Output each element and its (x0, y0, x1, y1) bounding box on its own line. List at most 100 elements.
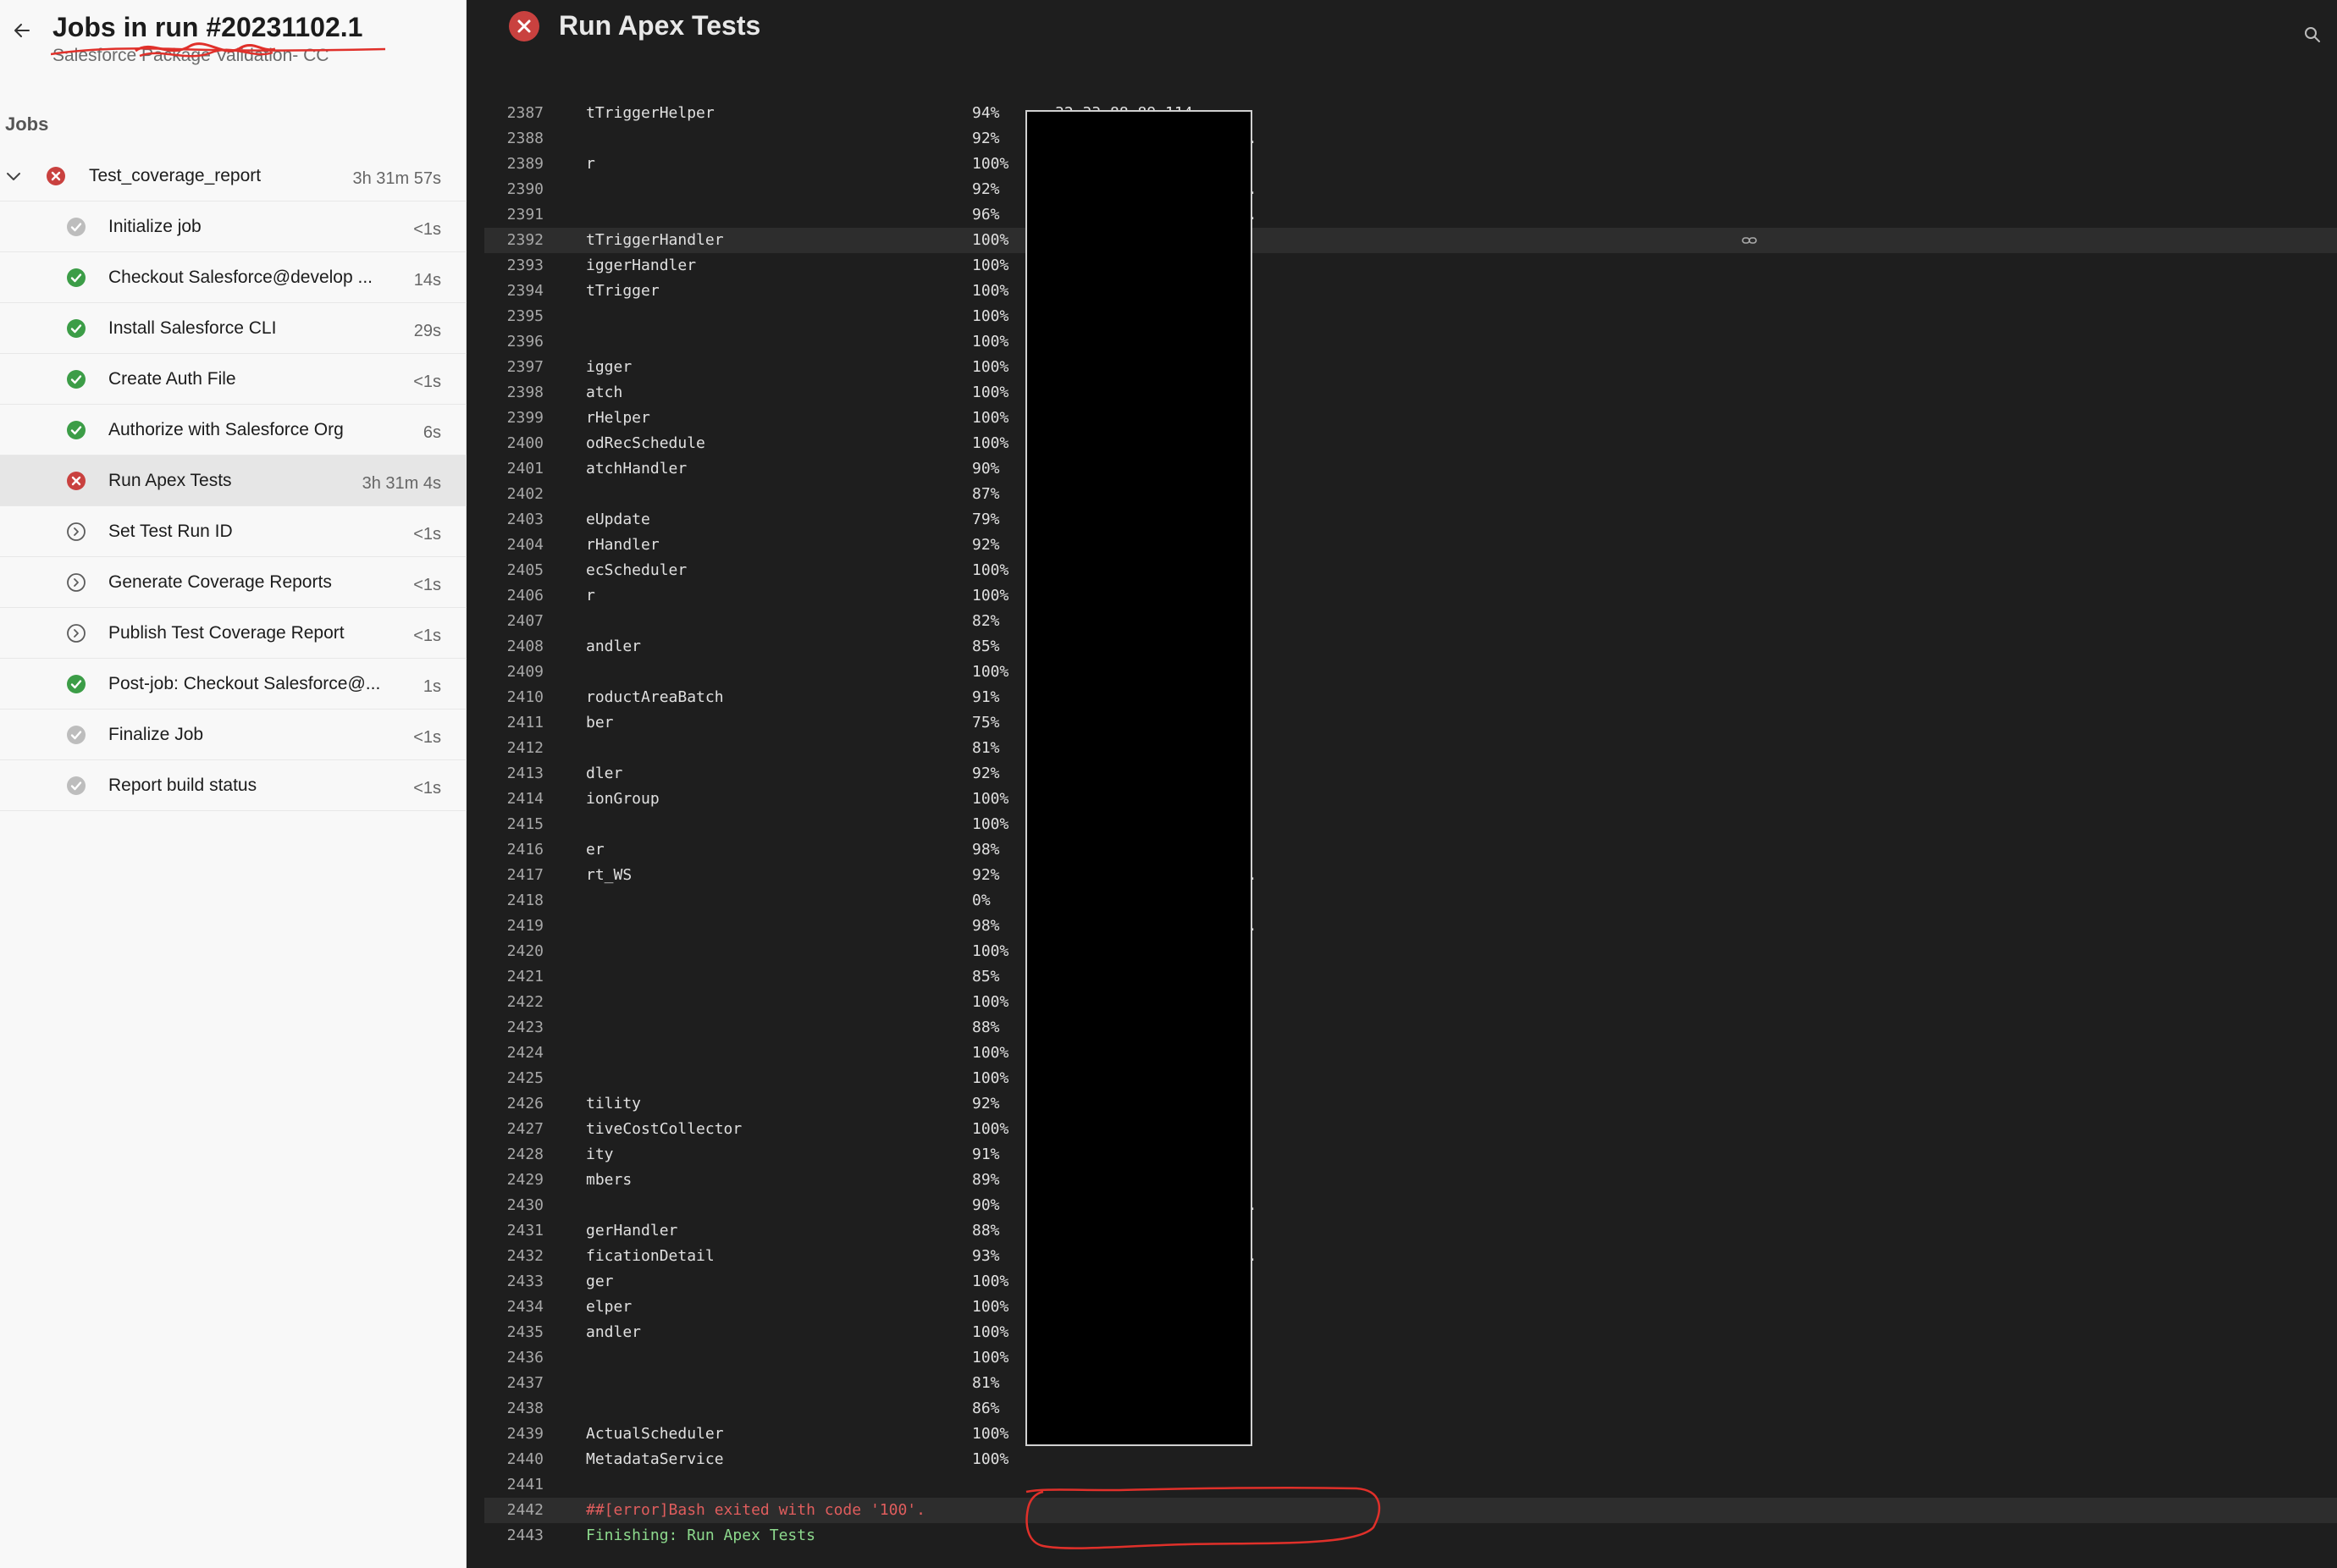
finish-message: Finishing: Run Apex Tests (586, 1527, 815, 1544)
line-number[interactable]: 2424 (484, 1041, 544, 1066)
line-number[interactable]: 2396 (484, 329, 544, 355)
line-number[interactable]: 2435 (484, 1320, 544, 1345)
line-number[interactable]: 2391 (484, 202, 544, 228)
job-step-row[interactable]: Report build status <1s (0, 760, 467, 811)
log-line: 2404rHandler92%29 (484, 533, 2337, 558)
search-button[interactable] (2303, 25, 2325, 47)
line-number[interactable]: 2430 (484, 1193, 544, 1218)
line-number[interactable]: 2417 (484, 863, 544, 888)
line-number[interactable]: 2414 (484, 787, 544, 812)
job-step-row[interactable]: Set Test Run ID <1s (0, 506, 467, 557)
line-number[interactable]: 2438 (484, 1396, 544, 1422)
job-step-row[interactable]: Post-job: Checkout Salesforce@... 1s (0, 659, 467, 709)
line-number[interactable]: 2406 (484, 583, 544, 609)
line-number[interactable]: 2440 (484, 1447, 544, 1472)
coverage-percent-cell: 82% (972, 612, 1000, 630)
log-line: 243090%121,122,176,212,248... (484, 1193, 2337, 1218)
line-number[interactable]: 2412 (484, 736, 544, 761)
line-number[interactable]: 2416 (484, 837, 544, 863)
line-number[interactable]: 2408 (484, 634, 544, 660)
line-number[interactable]: 2434 (484, 1295, 544, 1320)
line-number[interactable]: 2389 (484, 152, 544, 177)
coverage-percent-cell: 79% (972, 511, 1000, 528)
line-number[interactable]: 2415 (484, 812, 544, 837)
line-number[interactable]: 2433 (484, 1269, 544, 1295)
line-number[interactable]: 2442 (484, 1498, 544, 1523)
line-number[interactable]: 2394 (484, 279, 544, 304)
job-duration: <1s (413, 576, 441, 594)
coverage-percent-cell: 88% (972, 1019, 1000, 1036)
coverage-percent-cell: 98% (972, 917, 1000, 935)
line-number[interactable]: 2393 (484, 253, 544, 279)
success-status-icon (66, 674, 86, 694)
line-number[interactable]: 2423 (484, 1015, 544, 1041)
job-step-row[interactable]: Generate Coverage Reports <1s (0, 557, 467, 608)
line-number[interactable]: 2405 (484, 558, 544, 583)
line-number[interactable]: 2399 (484, 406, 544, 431)
line-number[interactable]: 2407 (484, 609, 544, 634)
line-number[interactable]: 2392 (484, 228, 544, 253)
coverage-percent-cell: 75% (972, 714, 1000, 732)
job-step-row[interactable]: Checkout Salesforce@develop ... 14s (0, 252, 467, 303)
line-number[interactable]: 2421 (484, 964, 544, 990)
log-output[interactable]: 2387tTriggerHelper94%32,33,88,89,114...2… (484, 101, 2337, 1549)
job-step-row[interactable]: Finalize Job <1s (0, 709, 467, 760)
line-number[interactable]: 2426 (484, 1091, 544, 1117)
line-number[interactable]: 2441 (484, 1472, 544, 1498)
line-number[interactable]: 2395 (484, 304, 544, 329)
line-number[interactable]: 2409 (484, 660, 544, 685)
job-step-row[interactable]: Authorize with Salesforce Org 6s (0, 405, 467, 455)
line-number[interactable]: 2402 (484, 482, 544, 507)
line-number[interactable]: 2404 (484, 533, 544, 558)
line-number[interactable]: 2400 (484, 431, 544, 456)
line-number[interactable]: 2436 (484, 1345, 544, 1371)
back-button[interactable] (10, 19, 34, 42)
class-name-cell: igger (586, 358, 633, 376)
job-duration: 3h 31m 57s (352, 169, 441, 188)
job-step-row[interactable]: Publish Test Coverage Report <1s (0, 608, 467, 659)
job-list: Test_coverage_report 3h 31m 57s Initialize… (0, 151, 467, 811)
job-step-row[interactable]: Run Apex Tests 3h 31m 4s (0, 455, 467, 506)
line-number[interactable]: 2401 (484, 456, 544, 482)
job-step-row[interactable]: Install Salesforce CLI 29s (0, 303, 467, 354)
coverage-percent-cell: 92% (972, 765, 1000, 782)
line-number[interactable]: 2422 (484, 990, 544, 1015)
line-number[interactable]: 2413 (484, 761, 544, 787)
line-number[interactable]: 2398 (484, 380, 544, 406)
line-number[interactable]: 2431 (484, 1218, 544, 1244)
link-icon[interactable] (1741, 232, 1758, 249)
line-number[interactable]: 2443 (484, 1523, 544, 1549)
chevron-down-icon[interactable] (3, 166, 24, 186)
line-number[interactable]: 2420 (484, 939, 544, 964)
coverage-percent-cell: 94% (972, 104, 1000, 122)
error-message: ##[error]Bash exited with code '100'. (586, 1501, 925, 1519)
job-step-row[interactable]: Initialize job <1s (0, 202, 467, 252)
line-number[interactable]: 2403 (484, 507, 544, 533)
line-number[interactable]: 2418 (484, 888, 544, 914)
job-group-row[interactable]: Test_coverage_report 3h 31m 57s (0, 151, 467, 202)
log-line: 2420 100% (484, 939, 2337, 964)
line-number[interactable]: 2397 (484, 355, 544, 380)
line-number[interactable]: 2410 (484, 685, 544, 710)
class-name-cell: iggerHandler (586, 257, 697, 274)
line-number[interactable]: 2429 (484, 1168, 544, 1193)
log-line: 2426tility92%95,163,175,176,177... (484, 1091, 2337, 1117)
line-number[interactable]: 2390 (484, 177, 544, 202)
line-number[interactable]: 2428 (484, 1142, 544, 1168)
skipped-status-icon (66, 572, 86, 593)
log-line: 2411ber75%39,45,48,49,50... (484, 710, 2337, 736)
line-number[interactable]: 2425 (484, 1066, 544, 1091)
line-number[interactable]: 2439 (484, 1422, 544, 1447)
line-number[interactable]: 2427 (484, 1117, 544, 1142)
line-number[interactable]: 2419 (484, 914, 544, 939)
line-number[interactable]: 2388 (484, 126, 544, 152)
line-number[interactable]: 2387 (484, 101, 544, 126)
coverage-percent-cell: 100% (972, 231, 1009, 249)
line-number[interactable]: 2411 (484, 710, 544, 736)
line-number[interactable]: 2432 (484, 1244, 544, 1269)
line-number[interactable]: 2437 (484, 1371, 544, 1396)
redaction-box (1025, 110, 1252, 1446)
coverage-percent-cell: 100% (972, 993, 1009, 1011)
redaction-scribble (51, 42, 386, 58)
job-step-row[interactable]: Create Auth File <1s (0, 354, 467, 405)
